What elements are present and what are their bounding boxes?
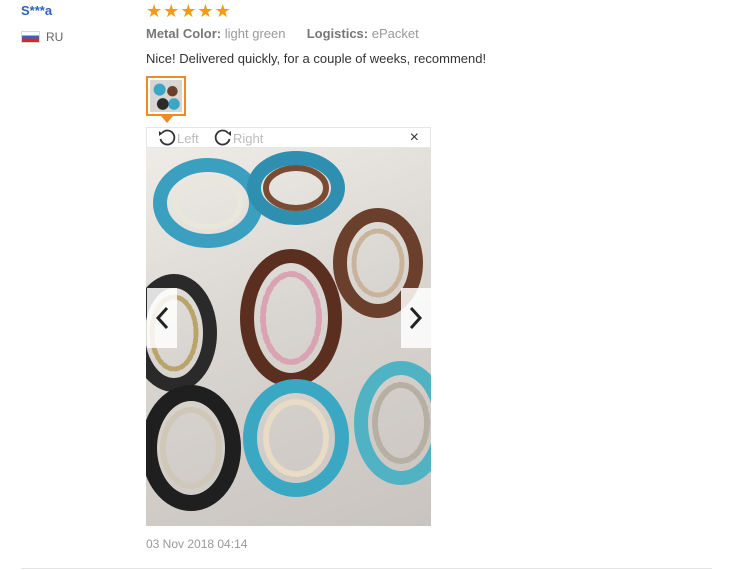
star-icon: ★ [163,1,180,21]
rotate-right-icon [214,129,231,146]
chevron-right-icon [409,306,423,330]
country-code: RU [46,30,64,44]
rotate-right-label: Right [233,130,264,146]
star-icon: ★ [197,1,214,21]
logistics-value: ePacket [371,26,419,41]
close-viewer-button[interactable]: × [410,129,419,147]
bracelets-photo-image [146,151,431,511]
rotate-left-icon [159,129,176,146]
russia-flag-icon [21,31,40,43]
color-value: light green [224,26,286,41]
review-text: Nice! Delivered quickly, for a couple of… [146,51,487,66]
review-photo [146,148,431,526]
star-icon: ★ [146,1,163,21]
previous-image-button[interactable] [147,288,177,348]
rotate-left-label: Left [177,130,199,146]
star-rating: ★ ★ ★ ★ ★ [146,1,231,21]
star-icon: ★ [214,1,231,21]
reviewer-name[interactable]: S***a [21,3,52,18]
reviewer-country: RU [21,30,63,44]
rotate-left-button[interactable]: Left [157,128,199,148]
logistics-label: Logistics: [306,26,369,41]
next-image-button[interactable] [401,288,431,348]
thumbnail-selected-caret [161,116,173,123]
rotate-right-button[interactable]: Right [213,128,263,148]
image-viewer-toolbar: Left Right × [146,127,431,148]
color-label: Metal Color: [146,26,222,41]
review-divider [21,568,712,569]
review-date: 03 Nov 2018 04:14 [146,537,248,551]
chevron-left-icon [155,306,169,330]
star-icon: ★ [180,1,197,21]
thumbnail-image [150,80,182,112]
review-photo-thumbnail[interactable] [146,76,186,116]
review-attributes: Metal Color: light green Logistics: ePac… [146,26,419,41]
